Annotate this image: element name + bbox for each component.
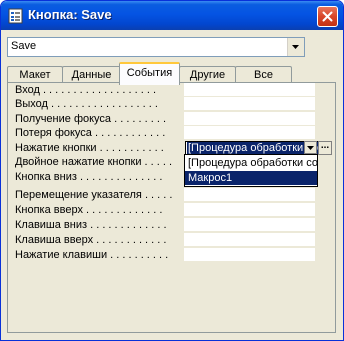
property-value-key-press[interactable] bbox=[184, 248, 315, 262]
property-label-enter: Вход . . . . . . . . . . . . . . . . . .… bbox=[15, 84, 157, 96]
close-icon bbox=[322, 11, 333, 22]
tab-other[interactable]: Другие bbox=[179, 66, 236, 83]
property-label-mouse-move: Перемещение указателя . . . . . bbox=[15, 189, 173, 201]
object-selector-dropdown-button[interactable] bbox=[287, 38, 304, 56]
tab-all[interactable]: Все bbox=[235, 66, 292, 83]
property-label-dbl-click: Двойное нажатие кнопки . . . . . bbox=[15, 156, 173, 168]
chevron-down-icon bbox=[292, 45, 299, 49]
on-click-dropdown-list: [Процедура обработки событий] Макрос1 bbox=[184, 154, 318, 187]
property-label-key-up: Клавиша вверх . . . . . . . . . . . . bbox=[15, 234, 167, 246]
builder-button[interactable]: ... bbox=[318, 141, 332, 155]
tab-data[interactable]: Данные bbox=[62, 66, 121, 83]
property-label-got-focus: Получение фокуса . . . . . . . . . bbox=[15, 113, 167, 125]
chevron-down-icon bbox=[307, 146, 314, 150]
window-title: Кнопка: Save bbox=[28, 7, 112, 22]
property-label-lost-focus: Потеря фокуса . . . . . . . . . . . . bbox=[15, 127, 166, 139]
property-label-mouse-down: Кнопка вниз . . . . . . . . . . . . . . bbox=[15, 171, 163, 183]
tab-layout[interactable]: Макет bbox=[7, 66, 63, 83]
property-value-exit[interactable] bbox=[184, 97, 315, 111]
property-value-key-down[interactable] bbox=[184, 218, 315, 232]
property-label-key-down: Клавиша вниз . . . . . . . . . . . . . bbox=[15, 219, 167, 231]
property-label-mouse-up: Кнопка вверх . . . . . . . . . . . . . bbox=[15, 204, 163, 216]
property-sheet-icon bbox=[8, 8, 23, 24]
property-label-exit: Выход . . . . . . . . . . . . . . . . . … bbox=[15, 98, 158, 110]
property-sheet-window: Кнопка: Save Save Макет Данные События Д… bbox=[0, 0, 344, 341]
close-button[interactable] bbox=[317, 6, 338, 27]
dropdown-option-macro1[interactable]: Макрос1 bbox=[185, 171, 317, 185]
on-click-combo-value: [Процедура обработки событий] bbox=[187, 142, 318, 154]
tab-events[interactable]: События bbox=[119, 62, 180, 85]
property-label-click: Нажатие кнопки . . . . . . . . . . . bbox=[15, 142, 164, 154]
property-value-lost-focus[interactable] bbox=[184, 126, 315, 140]
property-value-enter[interactable] bbox=[184, 83, 315, 97]
property-label-key-press: Нажатие клавиши . . . . . . . . . . bbox=[15, 249, 169, 261]
on-click-dropdown-button[interactable] bbox=[304, 141, 317, 154]
on-click-combo-input[interactable]: [Процедура обработки событий] bbox=[185, 141, 319, 155]
object-selector-value: Save bbox=[11, 40, 37, 52]
property-value-mouse-up[interactable] bbox=[184, 203, 315, 217]
object-selector[interactable]: Save bbox=[7, 37, 305, 57]
dropdown-option-event-procedure[interactable]: [Процедура обработки событий] bbox=[185, 156, 317, 170]
property-value-key-up[interactable] bbox=[184, 233, 315, 247]
title-bar[interactable]: Кнопка: Save bbox=[1, 1, 343, 30]
property-value-mouse-move[interactable] bbox=[184, 188, 315, 202]
property-value-got-focus[interactable] bbox=[184, 112, 315, 126]
